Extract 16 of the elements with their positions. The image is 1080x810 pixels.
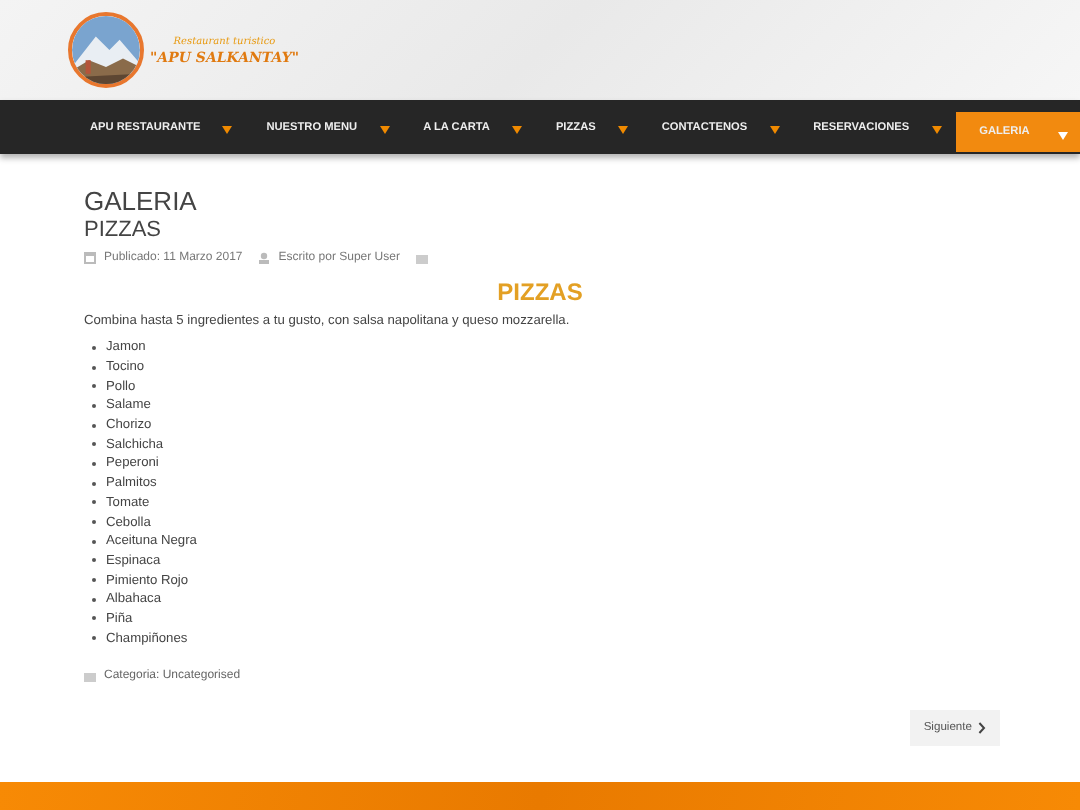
caret-icon bbox=[511, 126, 522, 134]
calendar-icon bbox=[84, 252, 96, 264]
caret-icon bbox=[617, 126, 628, 134]
logo-badge[interactable] bbox=[68, 12, 144, 88]
caret-icon bbox=[1057, 131, 1068, 139]
chevron-right-icon bbox=[978, 722, 986, 734]
caret-icon bbox=[931, 126, 942, 134]
caret-icon bbox=[222, 126, 233, 134]
article-title: PIZZAS bbox=[84, 216, 164, 244]
folder-icon bbox=[84, 671, 96, 681]
page-title: GALERIA bbox=[84, 186, 199, 216]
folder-icon bbox=[415, 253, 428, 263]
caret-icon bbox=[769, 126, 780, 134]
caret-icon bbox=[379, 126, 390, 134]
section-heading: PIZZAS bbox=[495, 278, 585, 306]
user-icon bbox=[258, 252, 271, 264]
